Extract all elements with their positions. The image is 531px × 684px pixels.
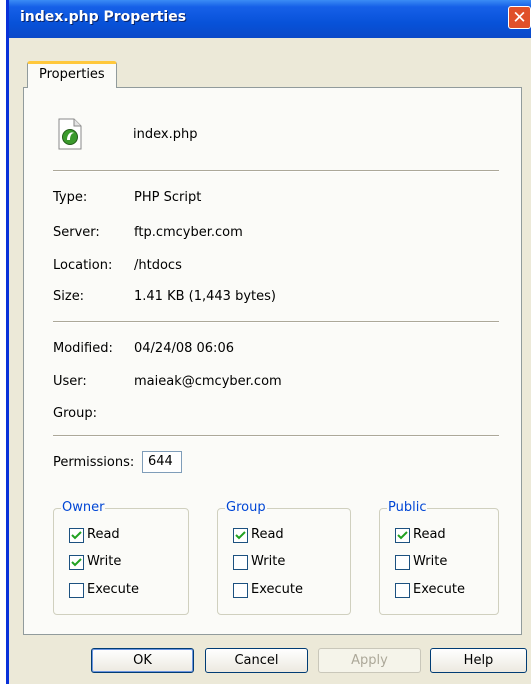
- execute-label: Execute: [251, 582, 303, 597]
- check-icon: [235, 531, 246, 540]
- owner-group: Owner Read Write Execute: [53, 500, 189, 615]
- location-label: Location:: [53, 258, 113, 273]
- public-execute-checkbox[interactable]: [395, 583, 410, 598]
- tab-label: Properties: [39, 67, 105, 82]
- type-value: PHP Script: [134, 190, 202, 205]
- public-group: Public Read Write Execute: [379, 500, 499, 615]
- size-value: 1.41 KB (1,443 bytes): [134, 289, 276, 304]
- close-icon: ✕: [512, 8, 527, 28]
- public-read-checkbox[interactable]: [395, 528, 410, 543]
- modified-value: 04/24/08 06:06: [134, 341, 234, 356]
- modified-label: Modified:: [53, 341, 113, 356]
- type-label: Type:: [53, 190, 88, 205]
- group-group: Group Read Write Execute: [217, 500, 351, 615]
- check-icon: [71, 531, 82, 540]
- owner-write-checkbox[interactable]: [69, 555, 84, 570]
- close-button[interactable]: ✕: [508, 6, 531, 29]
- execute-label: Execute: [413, 582, 465, 597]
- group-write-checkbox[interactable]: [233, 555, 248, 570]
- properties-panel: index.php Type: PHP Script Server: ftp.c…: [23, 87, 522, 635]
- write-label: Write: [87, 554, 122, 569]
- cancel-button[interactable]: Cancel: [205, 648, 308, 673]
- ok-button[interactable]: OK: [91, 648, 194, 673]
- user-value: maieak@cmcyber.com: [134, 374, 282, 389]
- title-bar[interactable]: index.php Properties ✕: [9, 0, 531, 38]
- size-label: Size:: [53, 289, 85, 304]
- group-label: Group:: [53, 406, 97, 421]
- separator: [53, 435, 499, 437]
- server-value: ftp.cmcyber.com: [134, 225, 243, 240]
- owner-read-checkbox[interactable]: [69, 528, 84, 543]
- group-read-checkbox[interactable]: [233, 528, 248, 543]
- separator: [53, 170, 499, 172]
- location-value: /htdocs: [134, 258, 182, 273]
- write-label: Write: [251, 554, 286, 569]
- properties-dialog: index.php Properties ✕ Properties index.…: [6, 0, 531, 684]
- help-button[interactable]: Help: [430, 648, 527, 673]
- separator: [53, 321, 499, 323]
- read-label: Read: [87, 527, 120, 542]
- read-label: Read: [251, 527, 284, 542]
- php-file-icon: [58, 118, 82, 150]
- tab-properties[interactable]: Properties: [27, 61, 117, 88]
- public-write-checkbox[interactable]: [395, 555, 410, 570]
- write-label: Write: [413, 554, 448, 569]
- permissions-input[interactable]: 644: [142, 451, 182, 473]
- owner-execute-checkbox[interactable]: [69, 583, 84, 598]
- read-label: Read: [413, 527, 446, 542]
- group-title: Owner: [61, 500, 106, 515]
- user-label: User:: [53, 374, 87, 389]
- execute-label: Execute: [87, 582, 139, 597]
- file-name: index.php: [133, 127, 198, 142]
- permissions-label: Permissions:: [53, 455, 135, 470]
- apply-button[interactable]: Apply: [318, 648, 421, 673]
- group-title: Public: [387, 500, 428, 515]
- window-title: index.php Properties: [20, 9, 187, 25]
- server-label: Server:: [53, 225, 100, 240]
- group-title: Group: [225, 500, 267, 515]
- check-icon: [397, 531, 408, 540]
- check-icon: [71, 558, 82, 567]
- group-execute-checkbox[interactable]: [233, 583, 248, 598]
